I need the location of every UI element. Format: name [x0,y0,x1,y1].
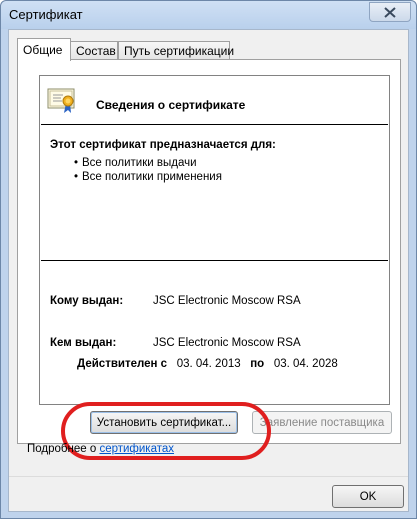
tab-certification-path[interactable]: Путь сертификации [118,41,234,60]
bottom-separator [9,476,408,477]
valid-to-date: 03. 04. 2028 [273,358,338,370]
certificates-link[interactable]: сертификатах [99,443,174,455]
general-tab-panel: Сведения о сертификате Этот сертификат п… [17,59,401,444]
issued-to-label: Кому выдан: [50,295,124,307]
tab-details[interactable]: Состав [70,41,118,60]
purpose-item: Все политики применения [74,170,222,184]
install-certificate-button[interactable]: Установить сертификат... [90,411,238,434]
certificate-window: Сертификат Общие Состав Путь сертификаци… [0,0,417,519]
issued-by-label: Кем выдан: [50,337,117,349]
learn-more-text: Подробнее о сертификатах [27,443,174,455]
close-icon [384,6,396,18]
validity-row: Действителен с 03. 04. 2013 по 03. 04. 2… [77,358,338,370]
issued-by-value: JSC Electronic Moscow RSA [153,337,301,349]
install-certificate-label: Установить сертификат... [96,416,232,429]
ok-button[interactable]: OK [332,485,404,508]
issued-to-value: JSC Electronic Moscow RSA [153,295,301,307]
purpose-heading: Этот сертификат предназначается для: [50,139,276,151]
tab-general[interactable]: Общие [17,38,71,61]
certificate-icon [47,88,75,113]
tab-general-label: Общие [23,43,63,57]
window-title: Сертификат [9,7,83,22]
purpose-item: Все политики выдачи [74,156,222,170]
learn-more-prefix: Подробнее о [27,443,97,455]
dialog-client-area: Общие Состав Путь сертификации Сведения … [8,29,409,512]
valid-from-label: Действителен с [77,358,168,370]
valid-to-label: по [250,358,265,370]
certificate-info-box: Сведения о сертификате Этот сертификат п… [39,75,390,405]
ok-button-label: OK [359,490,377,503]
title-bar[interactable]: Сертификат [1,1,416,29]
issuer-statement-label: Заявление поставщика [259,416,385,429]
tab-details-label: Состав [76,44,116,58]
info-title: Сведения о сертификате [96,98,246,112]
tab-certification-path-label: Путь сертификации [124,44,235,58]
valid-from-date: 03. 04. 2013 [176,358,241,370]
close-button[interactable] [369,2,411,22]
purpose-list: Все политики выдачи Все политики примене… [74,156,222,184]
issuer-statement-button[interactable]: Заявление поставщика [252,411,392,434]
divider [41,124,388,125]
divider [41,260,388,261]
